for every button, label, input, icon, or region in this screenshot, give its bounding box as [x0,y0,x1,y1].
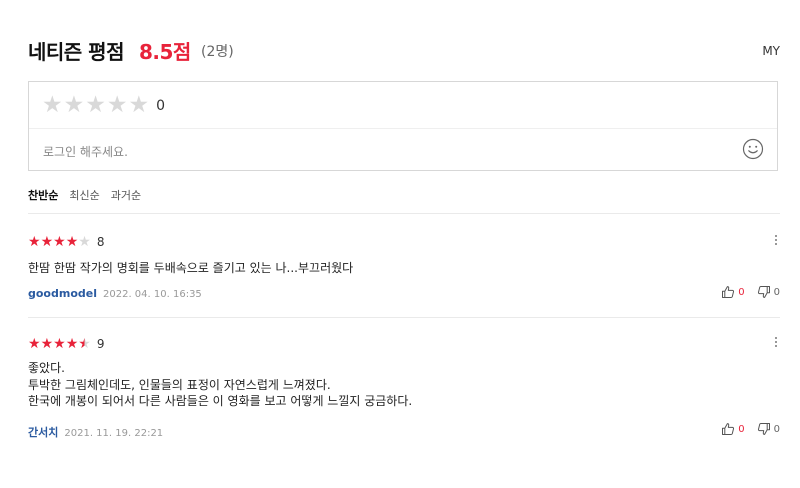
divider [28,213,780,214]
review-text-input[interactable]: 로그인 해주세요. [43,143,128,160]
review-text-line: 좋았다. [28,361,65,375]
star-icon[interactable]: ★ [42,93,63,117]
average-score: 8.5점 [139,40,191,64]
thumbs-up-icon [722,286,735,298]
sort-recommended[interactable]: 찬반순 [28,187,58,203]
review-author[interactable]: goodmodel [28,287,97,300]
star-icon: ★ [40,234,54,250]
star-icon[interactable]: ★ [107,93,128,117]
star-icon: ★ [28,336,41,352]
my-button[interactable]: MY [762,44,780,58]
thumbs-down-icon [757,423,770,435]
review-input-box: ★ ★ ★ ★ ★ 0 로그인 해주세요. [28,81,778,171]
review-rating-value: 8 [96,235,105,249]
review-text-line: 투박한 그림체인데도, 인물들의 표정이 자연스럽게 느껴졌다. [28,377,331,392]
divider [28,317,780,318]
star-icon[interactable]: ★ [85,93,106,117]
dislike-count: 0 [773,286,780,298]
review-stars: ★ ★ ★ ★ ★ 9 [28,336,104,352]
like-count: 0 [738,423,745,435]
review-text: 좋았다. 투박한 그림체인데도, 인물들의 표정이 자연스럽게 느껴졌다. 한국… [28,360,412,410]
dislike-button[interactable]: 0 [757,285,780,299]
sort-tabs: 찬반순 최신순 과거순 [28,187,152,203]
star-icon: ★ [65,234,79,250]
star-icon[interactable]: ★ [129,93,150,117]
review-votes: 0 0 [721,422,780,436]
like-button[interactable]: 0 [721,285,745,299]
star-icon[interactable]: ★ [64,93,85,117]
review-date: 2021. 11. 19. 22:21 [64,428,164,439]
star-icon: ★ [78,336,91,352]
review-text: 한땀 한땀 작가의 명회를 두배속으로 즐기고 있는 나...부끄러웠다 [28,260,353,277]
review-item: ★ ★ ★ ★ ★ 9 좋았다. 투박한 그림체인데도, 인물들의 표정이 자연스럽게 느… [28,336,780,444]
star-icon: ★ [53,234,66,250]
like-count: 0 [738,286,745,298]
divider [29,128,777,129]
thumbs-up-icon [722,423,735,435]
star-icon: ★ [28,234,41,250]
review-text-line: 한국에 개봉이 되어서 다른 사람들은 이 영화를 보고 어떻게 느낄지 궁금하… [28,394,413,408]
review-text-line: 한땀 한땀 작가의 명회를 두배속으로 즐기고 있는 나...부끄러웠다 [28,261,354,275]
input-rating-value: 0 [156,98,166,114]
like-button[interactable]: 0 [721,422,745,436]
sort-newest[interactable]: 최신순 [69,187,99,203]
more-vertical-icon[interactable] [772,232,780,248]
review-author[interactable]: 간서치 [28,424,58,440]
rating-header: 네티즌 평점 8.5점 (2명) MY [28,36,780,66]
more-vertical-icon[interactable] [772,334,780,350]
page-title: 네티즌 평점 [28,40,124,64]
sort-oldest[interactable]: 과거순 [111,187,141,203]
review-item: ★ ★ ★ ★ ★ 8 한땀 한땀 작가의 명회를 두배속으로 즐기고 있는 나...부끄… [28,234,780,304]
dislike-count: 0 [773,423,780,435]
review-meta: 간서치 2021. 11. 19. 22:21 [28,424,163,440]
rater-count: (2명) [201,44,234,60]
thumbs-down-icon [757,286,770,298]
review-meta: goodmodel 2022. 04. 10. 16:35 [28,287,202,300]
input-star-rating[interactable]: ★ ★ ★ ★ ★ 0 [42,93,165,117]
review-stars: ★ ★ ★ ★ ★ 8 [28,234,104,250]
star-icon: ★ [78,234,91,250]
star-icon: ★ [40,336,54,352]
review-votes: 0 0 [721,285,780,299]
star-icon: ★ [65,336,79,352]
star-icon: ★ [53,336,66,352]
review-rating-value: 9 [96,337,105,351]
smile-icon[interactable] [742,138,764,160]
dislike-button[interactable]: 0 [757,422,780,436]
review-date: 2022. 04. 10. 16:35 [103,289,202,300]
